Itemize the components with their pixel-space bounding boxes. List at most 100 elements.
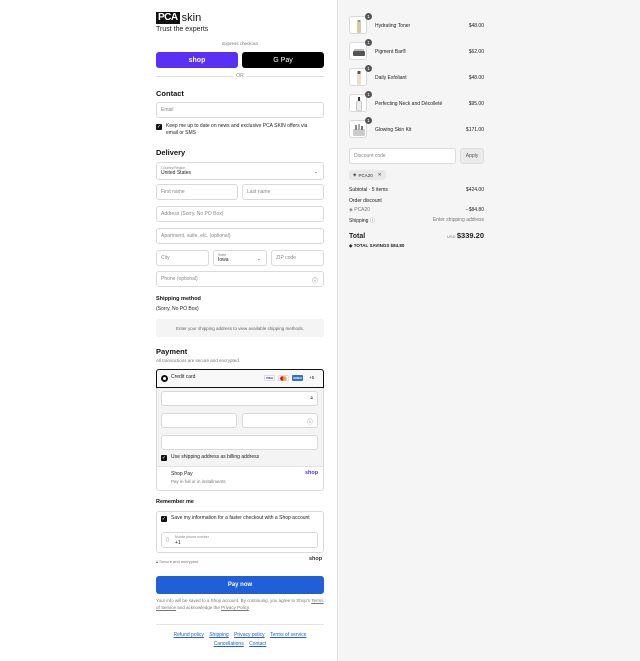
subtotal-row: Subtotal · 5 items $424.00 — [349, 187, 484, 193]
help-circle-icon[interactable]: ⓘ — [307, 417, 313, 426]
card-number-field[interactable]: 🔒︎ — [161, 391, 318, 406]
google-pay-button[interactable]: G Pay — [242, 52, 324, 68]
billing-address-checkbox[interactable]: ✓ — [161, 455, 167, 461]
cart-item-price: $171.00 — [465, 127, 484, 133]
name-on-card-field[interactable] — [161, 435, 318, 450]
bottle-icon — [357, 20, 361, 33]
brand-logo[interactable]: PCA skin — [156, 12, 201, 24]
cart-item-price: $48.00 — [468, 23, 484, 29]
cart-item-name: Hydrating Toner — [375, 23, 411, 29]
phone-placeholder: Phone (optional) — [161, 276, 198, 282]
state-value: Iowa — [218, 257, 229, 263]
email-field[interactable]: Email — [156, 102, 324, 118]
quantity-badge: 1 — [365, 65, 372, 72]
state-select[interactable]: State Iowa ⌄ — [213, 250, 267, 266]
cart-item-price: $95.00 — [468, 101, 484, 107]
delivery-heading: Delivery — [156, 148, 186, 157]
payment-heading: Payment — [156, 347, 188, 356]
amex-icon: AMEX — [292, 375, 303, 381]
shipping-method-note: (Sorry, No PO Box) — [156, 306, 199, 312]
kit-icon — [353, 124, 365, 136]
or-text: OR — [236, 73, 244, 79]
shop-logo: shop — [309, 556, 323, 562]
total-label: Total — [349, 233, 366, 240]
mobile-phone-value: +1 — [175, 540, 181, 546]
shipping-info-text: Enter your shipping address to view avai… — [175, 325, 305, 331]
total-savings-label: TOTAL SAVINGS — [353, 243, 390, 248]
logo-wordmark: skin — [181, 12, 202, 24]
city-placeholder: City — [161, 255, 170, 261]
credit-card-label: Credit card — [171, 374, 196, 380]
shipping-row: Shipping ⓘ Enter shipping address — [349, 217, 484, 224]
contact-link[interactable]: Contact — [249, 641, 266, 647]
footer-links-row1: Refund policy Shipping Privacy policy Te… — [156, 632, 324, 638]
shipping-link[interactable]: Shipping — [209, 632, 228, 638]
discount-code-label: ◈ PCA20 — [349, 207, 370, 213]
mobile-phone-icon: ▯ — [166, 537, 169, 543]
total-value: $339.20 — [456, 231, 484, 240]
chevron-down-icon: ⌄ — [313, 169, 318, 175]
save-info-label: Save my information for a faster checkou… — [171, 515, 310, 521]
newsletter-checkbox[interactable]: ✓ — [156, 124, 162, 130]
legal-text-part2: and acknowledge the — [176, 604, 222, 610]
total-row: Total USD $339.20 — [349, 231, 484, 240]
first-name-placeholder: First name — [161, 189, 185, 195]
address-field[interactable]: Address (Sorry, No PO Box) — [156, 206, 324, 222]
quantity-badge: 1 — [365, 39, 372, 46]
billing-address-label: Use shipping address as billing address — [171, 454, 260, 460]
product-thumbnail — [349, 68, 367, 86]
help-circle-icon[interactable]: ⓘ — [370, 218, 375, 224]
currency-code: USD — [447, 234, 456, 239]
more-card-brands: +5 — [309, 375, 315, 380]
last-name-placeholder: Last name — [247, 189, 271, 195]
country-select[interactable]: Country/Region United States ⌄ — [156, 162, 324, 180]
phone-field[interactable]: Phone (optional) ⓘ — [156, 271, 324, 287]
product-thumbnail — [349, 120, 367, 138]
terms-of-service-link[interactable]: Terms of service — [270, 632, 306, 638]
logo-mark: PCA — [156, 12, 180, 24]
quantity-badge: 1 — [365, 91, 372, 98]
soap-bar-icon — [353, 49, 365, 56]
pay-now-button[interactable]: Pay now — [156, 576, 324, 594]
cart-item-name: Pigment Bar® — [375, 49, 407, 55]
refund-policy-link[interactable]: Refund policy — [174, 632, 204, 638]
secure-encrypted-text: 🔒︎ Secure and encrypted — [156, 558, 198, 565]
first-name-field[interactable]: First name — [156, 184, 238, 200]
privacy-policy-link[interactable]: Privacy policy — [234, 632, 265, 638]
apply-discount-button[interactable]: Apply — [460, 148, 484, 164]
shipping-value: Enter shipping address — [432, 217, 484, 223]
discount-code-text: PCA20 — [354, 207, 371, 213]
help-circle-icon[interactable]: ⓘ — [312, 276, 318, 285]
mobile-phone-field[interactable]: ▯ Mobile phone number +1 — [161, 532, 318, 548]
cancellations-link[interactable]: Cancellations — [214, 641, 244, 647]
contact-heading: Contact — [156, 89, 184, 98]
total-savings-value: $84.80 — [390, 243, 405, 248]
order-discount-label: Order discount — [349, 198, 382, 204]
credit-card-radio[interactable] — [161, 375, 168, 382]
brand-tagline: Trust the experts — [156, 26, 209, 33]
shop-pay-express-button[interactable]: shop — [156, 52, 238, 68]
cart-item-name: Glowing Skin Kit — [375, 127, 412, 133]
privacy-link[interactable]: Privacy Policy — [221, 605, 249, 610]
expiration-date-field[interactable] — [161, 413, 237, 428]
security-code-field[interactable]: ⓘ — [242, 413, 318, 428]
footer-divider — [156, 624, 324, 625]
order-discount-row: Order discount — [349, 198, 484, 204]
applied-discount-code: PCA20 — [358, 172, 373, 178]
save-info-checkbox[interactable]: ✓ — [161, 516, 167, 522]
shipping-label: Shipping — [349, 218, 369, 224]
applied-discount-tag: ◈ PCA20 ✕ — [349, 170, 386, 180]
shop-pay-label: Shop Pay — [171, 471, 193, 477]
address-placeholder: Address (Sorry, No PO Box) — [161, 211, 224, 217]
last-name-field[interactable]: Last name — [242, 184, 324, 200]
close-icon[interactable]: ✕ — [378, 172, 382, 178]
email-placeholder: Email — [161, 107, 174, 113]
cart-item-price: $62.00 — [468, 49, 484, 55]
discount-code-field[interactable]: Discount code — [349, 148, 456, 164]
chevron-down-icon: ⌄ — [256, 256, 261, 262]
cart-item-name: Daily Exfoliant — [375, 75, 407, 81]
country-value: United States — [161, 170, 192, 176]
city-field[interactable]: City — [156, 250, 209, 266]
apartment-field[interactable]: Apartment, suite, etc. (optional) — [156, 228, 324, 244]
zip-field[interactable]: ZIP code — [271, 250, 324, 266]
